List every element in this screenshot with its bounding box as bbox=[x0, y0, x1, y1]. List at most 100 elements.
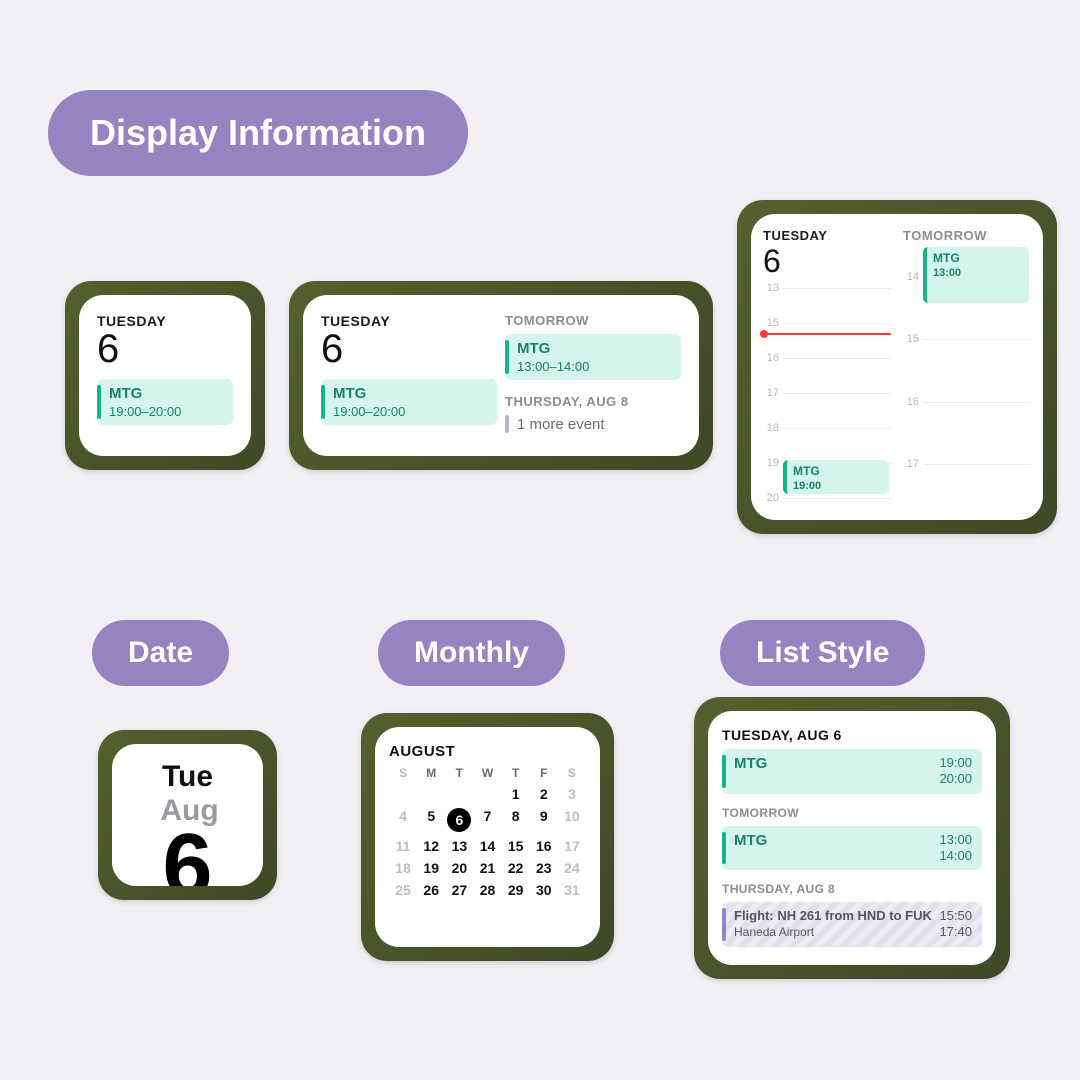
day-label: TUESDAY bbox=[763, 228, 891, 243]
event-color-bar bbox=[505, 415, 509, 433]
day-number: 6 bbox=[97, 329, 233, 369]
event-title: MTG bbox=[734, 755, 939, 788]
hour-label: 16 bbox=[903, 396, 919, 408]
month-day-cell[interactable]: 29 bbox=[502, 882, 530, 898]
event-item[interactable]: MTG 13:00 14:00 bbox=[722, 826, 982, 871]
more-events-row[interactable]: 1 more event bbox=[505, 415, 681, 433]
month-day-cell[interactable]: 24 bbox=[558, 860, 586, 876]
day-number: 6 bbox=[321, 329, 497, 369]
hour-gridline bbox=[923, 339, 1031, 340]
event-block[interactable]: MTG 13:00 bbox=[923, 247, 1029, 303]
month-day-cell[interactable]: 31 bbox=[558, 882, 586, 898]
dow-header: W bbox=[473, 766, 501, 780]
hour-gridline bbox=[923, 402, 1031, 403]
event-subtitle: Haneda Airport bbox=[734, 925, 939, 939]
event-title: MTG bbox=[933, 251, 960, 265]
event-title: MTG bbox=[734, 832, 939, 865]
month-day-cell[interactable]: 18 bbox=[389, 860, 417, 876]
hour-label: 15 bbox=[763, 317, 779, 329]
month-day-cell[interactable]: 22 bbox=[502, 860, 530, 876]
hour-gridline bbox=[783, 288, 891, 289]
month-day-cell[interactable]: 28 bbox=[473, 882, 501, 898]
month-day-cell[interactable]: 2 bbox=[530, 786, 558, 802]
event-item[interactable]: MTG 19:00–20:00 bbox=[321, 379, 497, 425]
month-day-cell[interactable]: 27 bbox=[445, 882, 473, 898]
dow-header: T bbox=[445, 766, 473, 780]
month-day-cell[interactable] bbox=[389, 786, 417, 802]
month-day-cell[interactable]: 10 bbox=[558, 808, 586, 832]
dow-header: T bbox=[502, 766, 530, 780]
event-color-bar bbox=[722, 755, 726, 788]
month-day-cell[interactable]: 11 bbox=[389, 838, 417, 854]
day-label: TUESDAY bbox=[321, 313, 497, 329]
month-day-cell[interactable]: 6 bbox=[445, 808, 473, 832]
month-day-cell[interactable]: 3 bbox=[558, 786, 586, 802]
hour-grid-today: 13151617181920 MTG 19:00 bbox=[763, 288, 891, 498]
month-day-cell[interactable]: 21 bbox=[473, 860, 501, 876]
event-times: 19:00 20:00 bbox=[939, 755, 972, 788]
month-day-cell[interactable]: 20 bbox=[445, 860, 473, 876]
hour-label: 17 bbox=[903, 458, 919, 470]
event-title: Flight: NH 261 from HND to FUK bbox=[734, 908, 939, 923]
section-label-monthly: Monthly bbox=[378, 620, 565, 686]
event-time: 19:00–20:00 bbox=[333, 404, 405, 419]
event-title: MTG bbox=[333, 385, 405, 402]
month-day-cell[interactable]: 1 bbox=[502, 786, 530, 802]
month-day-cell[interactable]: 26 bbox=[417, 882, 445, 898]
month-day-cell[interactable] bbox=[473, 786, 501, 802]
month-day-cell[interactable]: 9 bbox=[530, 808, 558, 832]
month-day-cell[interactable]: 25 bbox=[389, 882, 417, 898]
month-grid[interactable]: SMTWTFS123456789101112131415161718192021… bbox=[389, 766, 586, 898]
calendar-widget-small[interactable]: TUESDAY 6 MTG 19:00–20:00 bbox=[65, 281, 265, 470]
hour-label: 20 bbox=[763, 492, 779, 504]
month-day-cell[interactable] bbox=[445, 786, 473, 802]
hour-label: 19 bbox=[763, 457, 779, 469]
month-day-cell[interactable]: 7 bbox=[473, 808, 501, 832]
month-day-cell[interactable]: 14 bbox=[473, 838, 501, 854]
month-day-cell[interactable]: 13 bbox=[445, 838, 473, 854]
list-day-header: TOMORROW bbox=[722, 806, 982, 820]
event-block[interactable]: MTG 19:00 bbox=[783, 460, 889, 494]
month-day-cell[interactable]: 23 bbox=[530, 860, 558, 876]
event-title: MTG bbox=[109, 385, 181, 402]
month-day-cell[interactable]: 12 bbox=[417, 838, 445, 854]
event-item[interactable]: MTG 13:00–14:00 bbox=[505, 334, 681, 380]
dow-header: S bbox=[389, 766, 417, 780]
calendar-widget-medium[interactable]: TUESDAY 6 MTG 19:00–20:00 TOMORROW MTG 1… bbox=[289, 281, 713, 470]
month-day-cell[interactable]: 4 bbox=[389, 808, 417, 832]
month-day-cell[interactable]: 30 bbox=[530, 882, 558, 898]
calendar-widget-monthly[interactable]: AUGUST SMTWTFS12345678910111213141516171… bbox=[361, 713, 614, 961]
event-title: MTG bbox=[793, 464, 820, 478]
event-time: 13:00–14:00 bbox=[517, 359, 589, 374]
event-color-bar bbox=[722, 832, 726, 865]
hour-gridline bbox=[783, 498, 891, 499]
event-times: 15:50 17:40 bbox=[939, 908, 972, 941]
event-title: MTG bbox=[517, 340, 589, 357]
now-indicator bbox=[763, 333, 891, 335]
hour-gridline bbox=[783, 428, 891, 429]
month-day-cell[interactable]: 16 bbox=[530, 838, 558, 854]
month-day-cell[interactable]: 8 bbox=[502, 808, 530, 832]
calendar-widget-date[interactable]: Tue Aug 6 bbox=[98, 730, 277, 900]
dow-header: S bbox=[558, 766, 586, 780]
tomorrow-label: TOMORROW bbox=[903, 228, 1031, 243]
hour-label: 13 bbox=[763, 282, 779, 294]
calendar-widget-hourly[interactable]: TUESDAY 6 13 15 16 17 18 19 20 MTG 19:00 TOMOR… bbox=[737, 200, 1057, 534]
event-item[interactable]: Flight: NH 261 from HND to FUK Haneda Ai… bbox=[722, 902, 982, 947]
month-day-cell[interactable]: 17 bbox=[558, 838, 586, 854]
event-color-bar bbox=[722, 908, 726, 941]
month-day-cell[interactable] bbox=[417, 786, 445, 802]
hour-gridline bbox=[783, 358, 891, 359]
event-item[interactable]: MTG 19:00 20:00 bbox=[722, 749, 982, 794]
month-day-cell[interactable]: 5 bbox=[417, 808, 445, 832]
month-day-cell[interactable]: 15 bbox=[502, 838, 530, 854]
calendar-widget-list[interactable]: TUESDAY, AUG 6 MTG 19:00 20:00 TOMORROW … bbox=[694, 697, 1010, 979]
next-day-label: THURSDAY, AUG 8 bbox=[505, 394, 681, 409]
hour-label: 17 bbox=[763, 387, 779, 399]
day-number: 6 bbox=[763, 243, 891, 280]
month-day-cell[interactable]: 19 bbox=[417, 860, 445, 876]
hour-gridline bbox=[783, 393, 891, 394]
event-item[interactable]: MTG 19:00–20:00 bbox=[97, 379, 233, 425]
event-color-bar bbox=[97, 385, 101, 419]
hour-label: 18 bbox=[763, 422, 779, 434]
